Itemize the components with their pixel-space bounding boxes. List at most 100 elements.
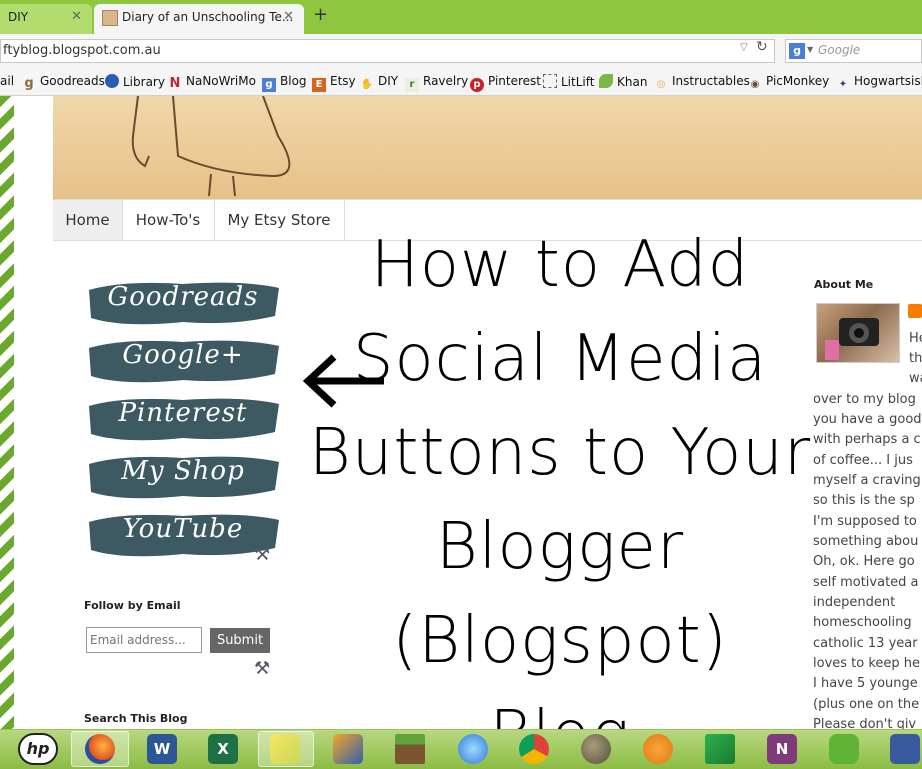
hp-icon[interactable]: hp: [18, 733, 58, 765]
close-icon[interactable]: ✕: [283, 4, 294, 30]
onenote-icon[interactable]: N: [767, 734, 797, 764]
wrench-icon[interactable]: ⚒: [254, 658, 270, 679]
submit-button[interactable]: Submit: [210, 628, 270, 653]
title-line: Blog: [280, 688, 840, 729]
tab-diy[interactable]: DIY ✕: [0, 4, 92, 34]
globe-icon: [105, 74, 119, 88]
tab-how-tos[interactable]: How-To's: [122, 200, 215, 240]
close-icon[interactable]: ✕: [71, 4, 82, 30]
bookmark-khan[interactable]: Khan: [599, 74, 647, 89]
bookmark-instructables[interactable]: ◎ Instructables: [654, 74, 750, 92]
search-placeholder: Google: [818, 43, 861, 57]
app-icon[interactable]: [890, 734, 920, 764]
about-line: you have a good: [813, 412, 922, 427]
hand-icon: ✋: [360, 79, 374, 90]
chrome-icon[interactable]: [519, 734, 549, 764]
browser-tab-bar: DIY ✕ Diary of an Unschooling Te... ✕ +: [0, 0, 922, 34]
about-line: (plus one on the: [813, 697, 920, 712]
dotted-box-icon: [543, 74, 557, 88]
scratch-icon[interactable]: [643, 734, 673, 764]
blog-favicon-icon: [102, 10, 118, 26]
tab-diary-of-an-unschooling[interactable]: Diary of an Unschooling Te... ✕: [94, 4, 304, 34]
bookmark-nanowrimo[interactable]: N NaNoWriMo: [168, 74, 256, 91]
gimp-icon[interactable]: [581, 734, 611, 764]
about-line: homeschooling: [813, 615, 912, 630]
search-this-blog-title: Search This Blog: [84, 712, 188, 725]
goodreads-icon: g: [24, 76, 34, 91]
blogger-icon: g: [262, 78, 276, 92]
media-icon[interactable]: [333, 734, 363, 764]
google-plus-button[interactable]: Google+: [83, 334, 283, 388]
search-box[interactable]: g ▼ Google: [785, 39, 922, 63]
feedly-icon[interactable]: [705, 734, 735, 764]
taskbar: hp W X N: [0, 729, 922, 769]
bookmark-ravelry[interactable]: r Ravelry: [405, 74, 468, 92]
minecraft-icon[interactable]: [395, 734, 425, 764]
about-line: something abou: [813, 534, 919, 549]
word-icon[interactable]: W: [147, 734, 177, 764]
arrow-left-icon: [302, 354, 384, 408]
blogger-icon[interactable]: [908, 304, 922, 318]
about-line: I'm supposed to: [813, 514, 917, 529]
bookmark-mail[interactable]: ail: [0, 74, 14, 88]
about-line: myself a craving: [813, 473, 921, 488]
tab-label: Diary of an Unschooling Te...: [122, 10, 294, 24]
about-line: Oh, ok. Here go: [813, 554, 915, 569]
evernote-icon[interactable]: [829, 734, 859, 764]
profile-photo[interactable]: [816, 303, 900, 363]
firefox-icon[interactable]: [85, 734, 115, 764]
web-page: Home How-To's My Etsy Store Goodreads Go…: [0, 96, 922, 729]
bookmark-etsy[interactable]: E Etsy: [312, 74, 356, 92]
bookmark-picmonkey[interactable]: ◉ PicMonkey: [748, 74, 830, 92]
about-line: Please don't giv: [813, 717, 917, 729]
about-line: th: [909, 351, 922, 366]
bookmark-litlift[interactable]: LitLift: [543, 74, 594, 89]
address-bar[interactable]: ftyblog.blogspot.com.au: [0, 39, 775, 63]
ravelry-icon: r: [405, 78, 419, 92]
bookmark-hogwarts[interactable]: ✦HogwartsisH: [836, 74, 922, 92]
bookmark-blog[interactable]: g Blog: [262, 74, 307, 92]
about-line: He: [909, 331, 922, 346]
bookmark-library[interactable]: Library: [105, 74, 165, 89]
about-line: catholic 13 year: [813, 636, 918, 651]
excel-icon[interactable]: X: [208, 734, 238, 764]
tab-home[interactable]: Home: [53, 200, 123, 240]
itunes-icon[interactable]: [458, 734, 488, 764]
about-line: with perhaps a c: [813, 432, 921, 447]
email-field[interactable]: [86, 627, 202, 653]
bookmark-pinterest[interactable]: p Pinterest: [470, 74, 541, 92]
decorative-stripe: [0, 96, 14, 729]
sticky-notes-icon[interactable]: [270, 734, 300, 764]
pinterest-button[interactable]: Pinterest: [83, 392, 283, 446]
about-line: independent: [813, 595, 896, 610]
google-icon[interactable]: g: [789, 43, 805, 59]
history-dropdown-icon[interactable]: ▽: [740, 42, 748, 53]
title-line: Buttons to Your: [308, 416, 812, 490]
leaf-icon: [599, 74, 613, 88]
youtube-button[interactable]: YouTube: [83, 508, 283, 562]
camera-photo: [825, 318, 879, 360]
my-shop-button[interactable]: My Shop: [83, 450, 283, 504]
about-me-title: About Me: [814, 278, 874, 291]
title-line: Blogger (Blogspot): [392, 510, 728, 678]
title-line: How to Add: [370, 228, 750, 302]
pinterest-icon: p: [470, 78, 484, 92]
about-line: over to my blog: [813, 392, 916, 407]
bookmark-goodreads[interactable]: g Goodreads: [22, 74, 105, 91]
reload-icon[interactable]: ↻: [756, 39, 768, 55]
about-line: wa: [909, 371, 922, 386]
hogwarts-icon: ✦: [838, 79, 848, 90]
about-line: of coffee... I jus: [813, 453, 913, 468]
bookmark-diy[interactable]: ✋ DIY: [360, 74, 398, 92]
wrench-icon[interactable]: ⚒: [254, 544, 270, 565]
about-line: so this is the sp: [813, 493, 915, 508]
instructables-icon: ◎: [656, 79, 666, 90]
new-tab-button[interactable]: +: [313, 4, 328, 25]
goodreads-button[interactable]: Goodreads: [83, 276, 283, 330]
tab-label: DIY: [8, 10, 29, 24]
blog-header-image[interactable]: [53, 96, 922, 199]
nanowrimo-icon: N: [169, 76, 181, 91]
overlay-title: How to Add Social Media Buttons to Your …: [280, 218, 840, 729]
about-line: loves to keep he: [813, 656, 921, 671]
chevron-down-icon[interactable]: ▼: [807, 45, 813, 54]
